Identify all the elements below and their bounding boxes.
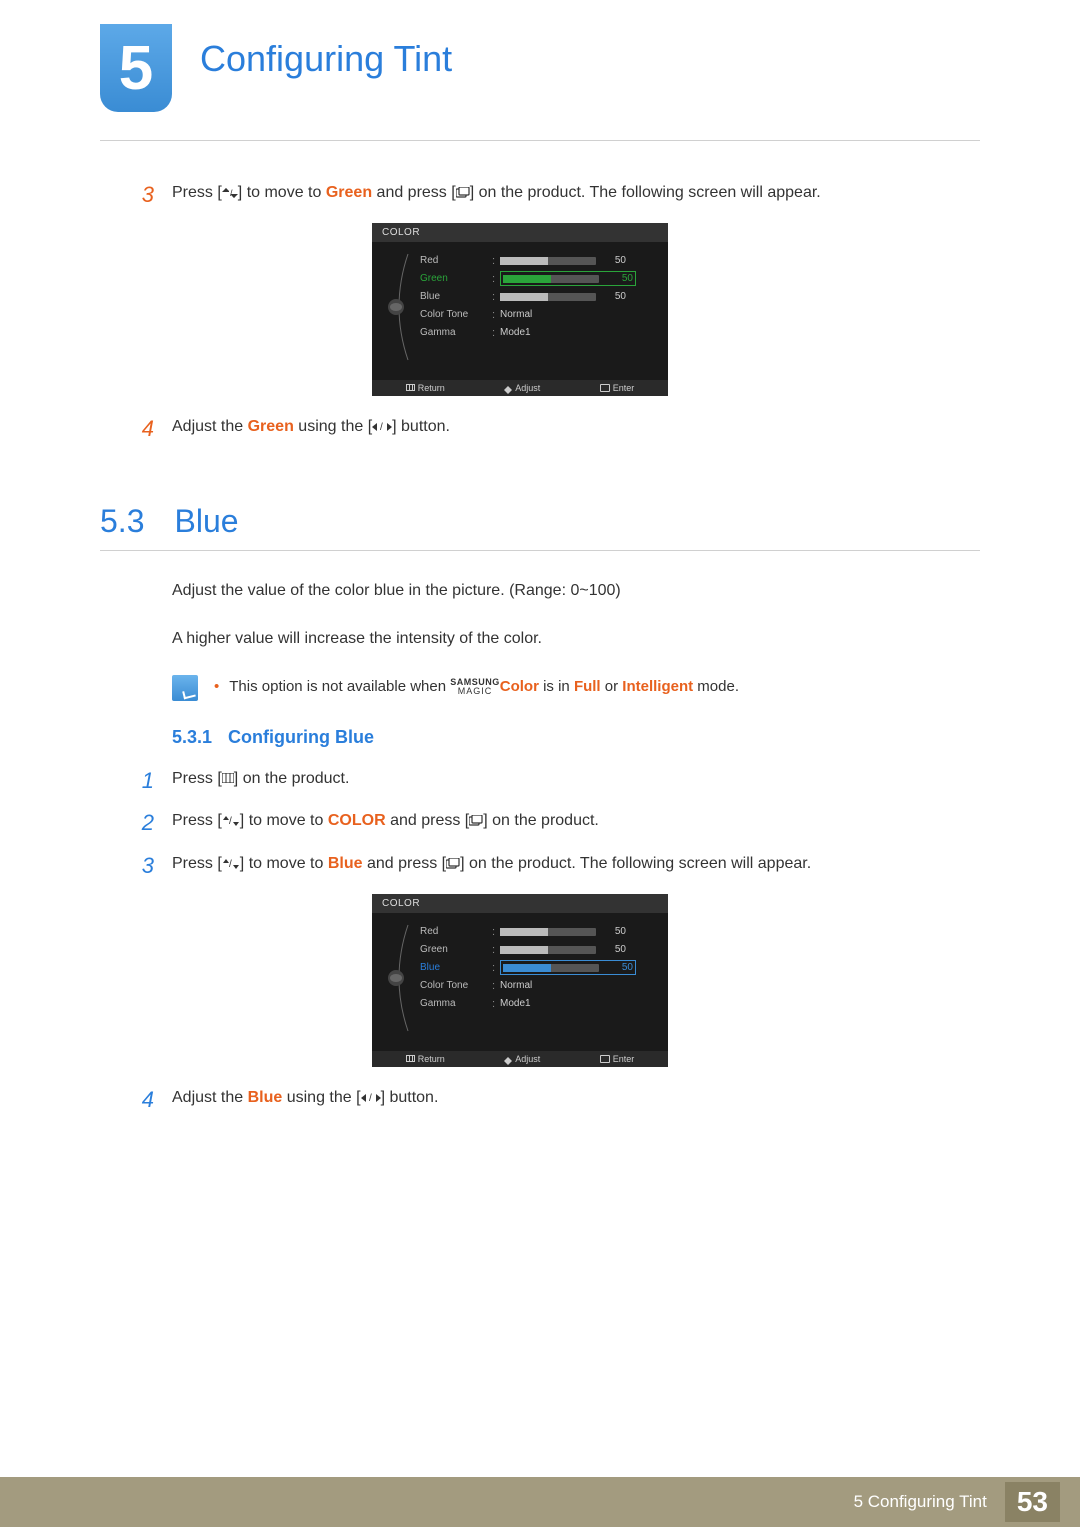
svg-text:/: /	[229, 816, 232, 826]
divider	[100, 140, 980, 141]
menu-icon	[406, 1055, 415, 1062]
osd-label-gamma: Gamma	[420, 998, 492, 1009]
step-text: Press [/] to move to Green and press [] …	[172, 180, 980, 206]
step-text: Adjust the Blue using the [/] button.	[172, 1085, 980, 1111]
section-paragraph: A higher value will increase the intensi…	[172, 627, 980, 651]
step-row: 3 Press [/] to move to Blue and press []…	[100, 851, 980, 882]
subsection-title: Configuring Blue	[228, 727, 374, 748]
updown-icon: /	[222, 188, 238, 198]
step-number: 4	[100, 414, 172, 445]
osd-label-red: Red	[420, 255, 492, 266]
step-row: 1 Press [] on the product.	[100, 766, 980, 797]
chapter-tab: 5	[100, 24, 172, 112]
menu-icon	[222, 773, 234, 783]
osd-value-green: 50	[609, 273, 633, 284]
osd-title: COLOR	[372, 894, 668, 913]
step-text: Press [/] to move to Blue and press [] o…	[172, 851, 980, 877]
osd-value-green: 50	[602, 944, 626, 955]
osd-label-blue: Blue	[420, 291, 492, 302]
osd-label-green: Green	[420, 944, 492, 955]
osd-slider-green	[503, 275, 599, 283]
osd-value-red: 50	[602, 926, 626, 937]
adjust-icon	[504, 1053, 512, 1061]
samsung-magic-icon: SAMSUNGMAGIC	[450, 678, 500, 696]
osd-label-tone: Color Tone	[420, 309, 492, 320]
osd-value-blue: 50	[609, 962, 633, 973]
osd-slider-blue	[500, 293, 596, 301]
osd-label-blue: Blue	[420, 962, 492, 973]
step-number: 4	[100, 1085, 172, 1116]
adjust-icon	[504, 382, 512, 390]
osd-value-gamma: Mode1	[500, 998, 531, 1009]
svg-text:/: /	[229, 859, 232, 869]
osd-slider-red	[500, 257, 596, 265]
step-number: 1	[100, 766, 172, 797]
section-blue: 5.3 Blue Adjust the value of the color b…	[100, 503, 980, 1116]
chapter-number: 5	[119, 33, 153, 104]
updown-icon: /	[222, 859, 240, 869]
leftright-icon: /	[361, 1093, 381, 1103]
note-text: •This option is not available when SAMSU…	[214, 675, 739, 699]
osd-label-tone: Color Tone	[420, 980, 492, 991]
section-paragraph: Adjust the value of the color blue in th…	[172, 579, 980, 603]
osd-slider-blue	[503, 964, 599, 972]
note-icon	[172, 675, 198, 701]
osd-label-gamma: Gamma	[420, 327, 492, 338]
osd-value-tone: Normal	[500, 309, 532, 320]
osd-footer: Return Adjust Enter	[372, 380, 668, 396]
osd-slider-green	[500, 946, 596, 954]
footer-chapter-label: 5 Configuring Tint	[854, 1492, 987, 1512]
section-title: Blue	[174, 503, 238, 540]
osd-title: COLOR	[372, 223, 668, 242]
source-icon	[469, 815, 483, 827]
page-footer: 5 Configuring Tint 53	[0, 1477, 1080, 1527]
subsection-header: 5.3.1 Configuring Blue	[172, 727, 980, 748]
subsection-number: 5.3.1	[172, 727, 212, 748]
section-number: 5.3	[100, 503, 144, 540]
osd-screenshot-blue: COLOR Red:50 Green:50 Blue:50 Color Ton	[372, 894, 668, 1067]
svg-text:/: /	[380, 422, 383, 432]
step-row: 3 Press [/] to move to Green and press […	[100, 180, 980, 211]
updown-icon: /	[222, 816, 240, 826]
osd-label-green: Green	[420, 273, 492, 284]
osd-slider-red	[500, 928, 596, 936]
leftright-icon: /	[372, 422, 392, 432]
footer-page-number: 53	[1005, 1482, 1060, 1522]
step-row: 2 Press [/] to move to COLOR and press […	[100, 808, 980, 839]
svg-text:/: /	[369, 1093, 372, 1103]
step-text: Adjust the Green using the [/] button.	[172, 414, 980, 440]
osd-label-red: Red	[420, 926, 492, 937]
source-icon	[456, 187, 470, 199]
chapter-title: Configuring Tint	[200, 38, 452, 80]
osd-screenshot-green: COLOR Red:50 Green:50 Blue:50 Color Tone…	[372, 223, 668, 396]
step-text: Press [] on the product.	[172, 766, 980, 792]
step-row: 4 Adjust the Blue using the [/] button.	[100, 1085, 980, 1116]
step-number: 3	[100, 180, 172, 211]
osd-value-tone: Normal	[500, 980, 532, 991]
note-box: •This option is not available when SAMSU…	[172, 675, 980, 701]
step-text: Press [/] to move to COLOR and press [] …	[172, 808, 980, 834]
step-number: 3	[100, 851, 172, 882]
enter-icon	[600, 1055, 610, 1063]
osd-value-gamma: Mode1	[500, 327, 531, 338]
osd-footer: Return Adjust Enter	[372, 1051, 668, 1067]
step-row: 4 Adjust the Green using the [/] button.	[100, 414, 980, 445]
source-icon	[446, 858, 460, 870]
osd-arc-icon	[386, 923, 414, 1033]
menu-icon	[406, 384, 415, 391]
osd-value-red: 50	[602, 255, 626, 266]
enter-icon	[600, 384, 610, 392]
osd-arc-icon	[386, 252, 414, 362]
step-number: 2	[100, 808, 172, 839]
osd-value-blue: 50	[602, 291, 626, 302]
